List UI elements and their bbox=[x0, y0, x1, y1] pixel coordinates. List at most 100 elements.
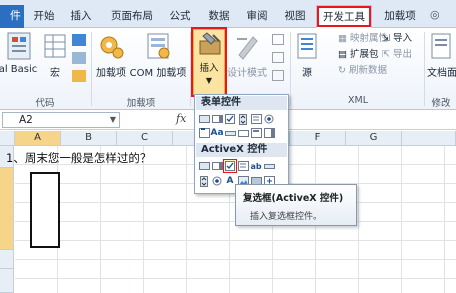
file-tab[interactable]: 件 bbox=[0, 5, 24, 28]
tab-data[interactable]: 数据 bbox=[204, 5, 234, 28]
group-xml-label: XML bbox=[348, 95, 368, 106]
text-field-control-icon[interactable] bbox=[237, 127, 249, 139]
export-button[interactable]: ⇱ 导出 bbox=[382, 48, 412, 62]
row-header[interactable] bbox=[0, 250, 14, 269]
spin-button-control-icon[interactable] bbox=[237, 113, 249, 125]
button-control-icon[interactable] bbox=[198, 113, 210, 125]
document-panel-label: 文档面 bbox=[427, 68, 456, 79]
name-box[interactable]: A2 ▼ bbox=[2, 112, 120, 128]
chevron-down-icon[interactable]: ▼ bbox=[110, 113, 116, 127]
command-button-activex-icon[interactable] bbox=[198, 160, 210, 172]
relative-reference-icon[interactable] bbox=[72, 52, 86, 64]
name-box-value: A2 bbox=[19, 114, 33, 126]
cell-question-text[interactable]: 1、周末您一般是怎样过的？ bbox=[6, 150, 151, 166]
column-header-g[interactable]: G bbox=[346, 131, 402, 146]
tab-addins[interactable]: 加载项 bbox=[378, 5, 422, 28]
document-panel-button[interactable]: 文档面 bbox=[426, 31, 456, 79]
import-button[interactable]: ⇲ 导入 bbox=[382, 32, 412, 46]
insert-controls-menu: 表单控件 Aa ActiveX 控件 ab A bbox=[194, 94, 289, 194]
column-header-f[interactable]: F bbox=[290, 131, 346, 146]
tab-page-layout[interactable]: 页面布局 bbox=[106, 5, 158, 28]
group-box-control-icon[interactable] bbox=[198, 127, 210, 139]
activex-controls-header: ActiveX 控件 bbox=[196, 143, 287, 157]
list-box-control-icon[interactable] bbox=[250, 113, 262, 125]
group-code-label: 代码 bbox=[35, 98, 55, 109]
tab-insert[interactable]: 插入 bbox=[66, 5, 96, 28]
text-box-activex-icon[interactable]: ab bbox=[250, 160, 262, 172]
design-mode-button[interactable]: 设计模式 bbox=[225, 31, 269, 79]
com-addins-icon bbox=[147, 33, 170, 59]
form-controls-header: 表单控件 bbox=[196, 96, 287, 110]
tab-review[interactable]: 审阅 bbox=[242, 5, 272, 28]
scroll-bar-control-icon[interactable] bbox=[224, 127, 236, 139]
combo-box-activex-icon[interactable] bbox=[211, 160, 223, 172]
tab-view[interactable]: 视图 bbox=[280, 5, 310, 28]
design-mode-label: 设计模式 bbox=[227, 68, 267, 79]
list-box-activex-icon[interactable] bbox=[237, 160, 249, 172]
visual-basic-label: al Basic bbox=[0, 64, 38, 75]
tab-developer[interactable]: 开发工具 bbox=[316, 5, 372, 28]
source-button[interactable]: 源 bbox=[294, 31, 320, 79]
view-code-icon[interactable] bbox=[272, 52, 284, 63]
active-cell-a2[interactable] bbox=[30, 172, 60, 248]
toolbox-icon bbox=[199, 32, 221, 55]
column-header-a[interactable]: A bbox=[15, 131, 61, 146]
tab-home[interactable]: 开始 bbox=[29, 5, 59, 28]
export-label: 导出 bbox=[393, 49, 413, 60]
record-macro-icon[interactable] bbox=[72, 34, 86, 46]
ribbon-tab-bar: 件 开始 插入 页面布局 公式 数据 审阅 视图 开发工具 加载项 ◎ bbox=[0, 0, 456, 28]
help-icon[interactable]: ◎ bbox=[430, 8, 440, 21]
group-addins-label: 加载项 bbox=[126, 98, 156, 109]
column-header-h[interactable] bbox=[402, 131, 456, 146]
row-header[interactable] bbox=[0, 269, 14, 293]
row-header-selected[interactable] bbox=[0, 168, 14, 250]
refresh-icon: ↻ bbox=[338, 65, 346, 76]
macros-button[interactable]: 宏 bbox=[42, 31, 68, 79]
insert-controls-button[interactable]: 插入 ▼ bbox=[191, 27, 227, 97]
macros-label: 宏 bbox=[50, 68, 60, 79]
label-control-icon[interactable]: Aa bbox=[210, 127, 223, 139]
combo-dropdown-edit-control-icon[interactable] bbox=[263, 127, 275, 139]
visual-basic-icon bbox=[7, 32, 31, 60]
map-properties-icon: ▦ bbox=[338, 33, 347, 44]
run-dialog-icon[interactable] bbox=[272, 70, 284, 81]
map-properties-button[interactable]: ▦ 映射属性 bbox=[338, 32, 388, 46]
insert-controls-label: 插入 bbox=[199, 63, 219, 74]
combo-list-edit-control-icon[interactable] bbox=[250, 127, 262, 139]
source-label: 源 bbox=[302, 68, 312, 79]
group-modify-label: 修改 bbox=[431, 98, 451, 109]
expansion-packs-icon: ▤ bbox=[338, 49, 347, 60]
form-controls-row bbox=[198, 113, 275, 127]
group-separator bbox=[290, 32, 291, 106]
scroll-bar-activex-icon[interactable] bbox=[263, 160, 275, 172]
checkbox-activex-icon[interactable] bbox=[223, 159, 237, 173]
form-controls-row: Aa bbox=[198, 127, 275, 141]
group-separator bbox=[424, 32, 425, 106]
import-label: 导入 bbox=[393, 33, 413, 44]
column-header-b[interactable]: B bbox=[61, 131, 117, 146]
properties-icon[interactable] bbox=[272, 34, 284, 45]
expansion-packs-button[interactable]: ▤ 扩展包 bbox=[338, 48, 379, 62]
refresh-data-button[interactable]: ↻ 刷新数据 bbox=[338, 64, 387, 78]
export-icon: ⇱ bbox=[382, 49, 390, 60]
chevron-down-icon: ▼ bbox=[205, 76, 213, 85]
macro-security-icon[interactable] bbox=[72, 70, 86, 82]
visual-basic-button[interactable]: al Basic bbox=[0, 31, 40, 75]
spin-button-activex-icon[interactable] bbox=[198, 175, 210, 187]
activex-controls-row: ab bbox=[198, 159, 275, 174]
option-button-control-icon[interactable] bbox=[263, 113, 275, 125]
tooltip-title: 复选框(ActiveX 控件) bbox=[243, 193, 344, 204]
combo-box-control-icon[interactable] bbox=[211, 113, 223, 125]
macros-icon bbox=[44, 34, 66, 58]
group-separator bbox=[190, 32, 191, 106]
option-button-activex-icon[interactable] bbox=[211, 175, 223, 187]
import-icon: ⇲ bbox=[382, 33, 390, 44]
addins-label: 加载项 bbox=[96, 68, 126, 79]
addins-button[interactable]: 加载项 bbox=[94, 31, 128, 79]
insert-function-button[interactable]: fx bbox=[176, 112, 186, 125]
checkbox-control-icon[interactable] bbox=[224, 113, 236, 125]
com-addins-button[interactable]: COM 加载项 bbox=[129, 31, 187, 79]
tab-formulas[interactable]: 公式 bbox=[165, 5, 195, 28]
column-header-c[interactable]: C bbox=[117, 131, 173, 146]
select-all-corner[interactable] bbox=[0, 131, 15, 146]
